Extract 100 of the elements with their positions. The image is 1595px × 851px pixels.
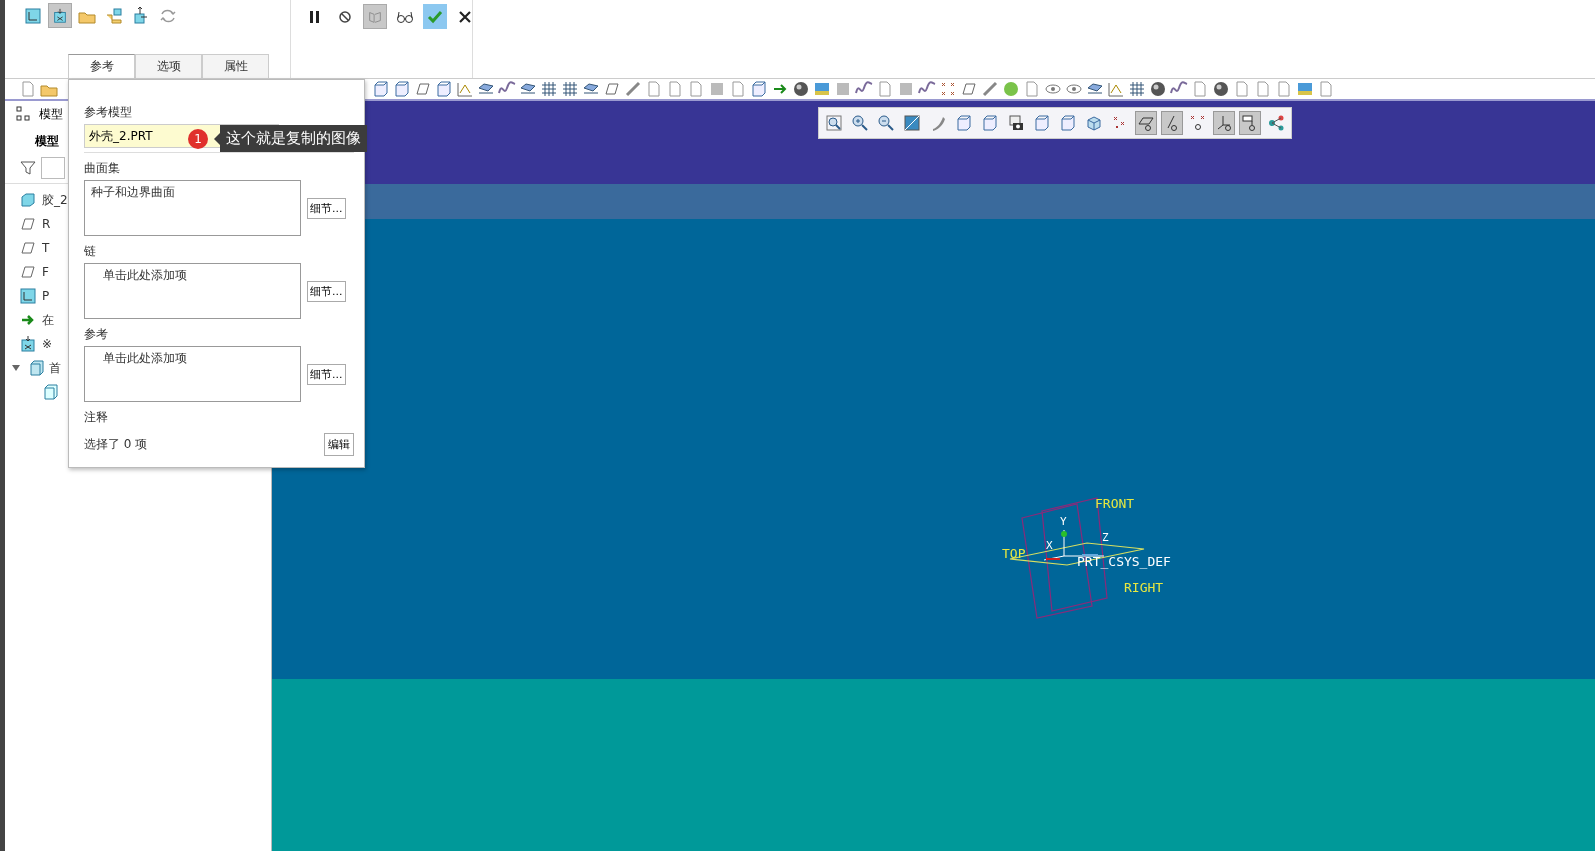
repaint-icon xyxy=(903,114,921,132)
csys-display-button[interactable] xyxy=(1213,111,1235,135)
tree-item-label[interactable]: F xyxy=(42,265,49,279)
copy-feature-icon xyxy=(52,6,68,25)
axis-label: X xyxy=(1046,539,1053,552)
document-icon xyxy=(645,80,663,98)
csys-label: PRT_CSYS_DEF xyxy=(1077,554,1171,569)
details-button[interactable]: 细节... xyxy=(307,363,346,385)
document-icon xyxy=(666,80,684,98)
plane-label: TOP xyxy=(1002,546,1026,561)
panel-tab[interactable]: 属性 xyxy=(202,54,269,78)
box-icon xyxy=(750,80,768,98)
plane-icon xyxy=(19,239,37,257)
details-button[interactable]: 细节... xyxy=(307,197,346,219)
plane-icon xyxy=(414,80,432,98)
document-icon xyxy=(19,80,37,98)
tree-item-label[interactable]: ※ xyxy=(42,337,53,351)
grid-icon xyxy=(561,80,579,98)
section-label: 参考 xyxy=(84,326,109,343)
document-icon xyxy=(687,80,705,98)
sphere-icon xyxy=(1149,80,1167,98)
edit-button[interactable]: 编辑 xyxy=(324,433,354,456)
document-icon xyxy=(1233,80,1251,98)
tree-item-label[interactable]: T xyxy=(42,241,50,255)
document-icon xyxy=(1023,80,1041,98)
plane-label: RIGHT xyxy=(1124,580,1164,595)
plane-icon xyxy=(960,80,978,98)
document-icon xyxy=(1191,80,1209,98)
tree-item-label[interactable]: R xyxy=(42,217,51,231)
zoom-out-icon xyxy=(877,114,895,132)
csys-icon xyxy=(19,287,37,305)
section-label: 注释 xyxy=(84,409,109,426)
details-button[interactable]: 细节... xyxy=(307,280,346,302)
section-label: 链 xyxy=(84,243,97,260)
tree-tab[interactable]: 模型 xyxy=(35,132,59,150)
csys-display-icon xyxy=(1215,114,1233,132)
model-tree-icon xyxy=(15,105,33,123)
collector-list[interactable]: 种子和边界曲面 xyxy=(84,180,301,236)
plane-icon xyxy=(19,263,37,281)
selection-count: 选择了 0 项 xyxy=(84,436,148,453)
list-placeholder: 单击此处添加项 xyxy=(102,350,188,367)
list-item[interactable]: 种子和边界曲面 xyxy=(91,184,294,201)
list-placeholder: 单击此处添加项 xyxy=(102,267,188,284)
annotation-display-button[interactable] xyxy=(1239,111,1261,135)
plane-icon xyxy=(603,80,621,98)
chart-icon xyxy=(456,80,474,98)
sphere-icon xyxy=(792,80,810,98)
tooltip-pointer xyxy=(214,132,220,145)
zoom-fit-icon xyxy=(825,114,843,132)
box-icon xyxy=(435,80,453,98)
document-icon xyxy=(1254,80,1272,98)
search-field[interactable] xyxy=(41,157,65,179)
check-button[interactable] xyxy=(423,4,447,29)
axis-label: Y xyxy=(1060,515,1067,528)
collector-list[interactable]: 单击此处添加项 xyxy=(84,346,301,402)
copy-feature-icon xyxy=(19,335,37,353)
import-icon xyxy=(105,6,123,25)
zoom-in-icon xyxy=(851,114,869,132)
box-icon xyxy=(955,114,973,132)
chart-icon xyxy=(1107,80,1125,98)
square-icon xyxy=(708,80,726,98)
box-icon xyxy=(41,383,59,401)
expand-arrow-icon[interactable] xyxy=(11,363,21,373)
document-icon xyxy=(1275,80,1293,98)
point-display-icon xyxy=(1189,114,1207,132)
copy-feature-button[interactable] xyxy=(48,3,72,28)
filter-icon xyxy=(19,159,37,177)
spin-center-icon xyxy=(1267,114,1285,132)
plane-icon xyxy=(19,215,37,233)
move-icon xyxy=(132,6,150,25)
collector-list[interactable]: 单击此处添加项 xyxy=(84,263,301,319)
panel-tab[interactable]: 参考 xyxy=(68,54,135,78)
document-icon xyxy=(729,80,747,98)
panel-title: 模型 xyxy=(39,105,63,123)
section-label: 参考模型 xyxy=(84,104,133,121)
square-icon xyxy=(897,80,915,98)
box-icon xyxy=(1059,114,1077,132)
grid-icon xyxy=(540,80,558,98)
panel-tab[interactable]: 选项 xyxy=(135,54,202,78)
tree-item-label[interactable]: 胶_2 xyxy=(42,191,68,209)
section-label: 曲面集 xyxy=(84,160,121,177)
globe-icon xyxy=(1002,80,1020,98)
sphere-icon xyxy=(1212,80,1230,98)
plane-display-button[interactable] xyxy=(1135,111,1157,135)
document-icon xyxy=(1317,80,1335,98)
axis-label: Z xyxy=(1102,531,1109,544)
plane-display-icon xyxy=(1137,114,1155,132)
grid-icon xyxy=(1128,80,1146,98)
tree-item-label[interactable]: 在 xyxy=(42,311,54,329)
landscape-icon xyxy=(1296,80,1314,98)
tooltip: 这个就是复制的图像 xyxy=(220,125,367,152)
tree-item-label[interactable]: 首 xyxy=(49,359,61,377)
csys-icon xyxy=(24,6,42,25)
cube-icon xyxy=(1085,114,1103,132)
plane-label: FRONT xyxy=(1095,496,1135,511)
axis-display-button[interactable] xyxy=(1161,111,1183,135)
camera-icon xyxy=(1007,114,1025,132)
ruler-icon xyxy=(624,80,642,98)
ruler-icon xyxy=(981,80,999,98)
tree-item-label[interactable]: P xyxy=(42,289,50,303)
